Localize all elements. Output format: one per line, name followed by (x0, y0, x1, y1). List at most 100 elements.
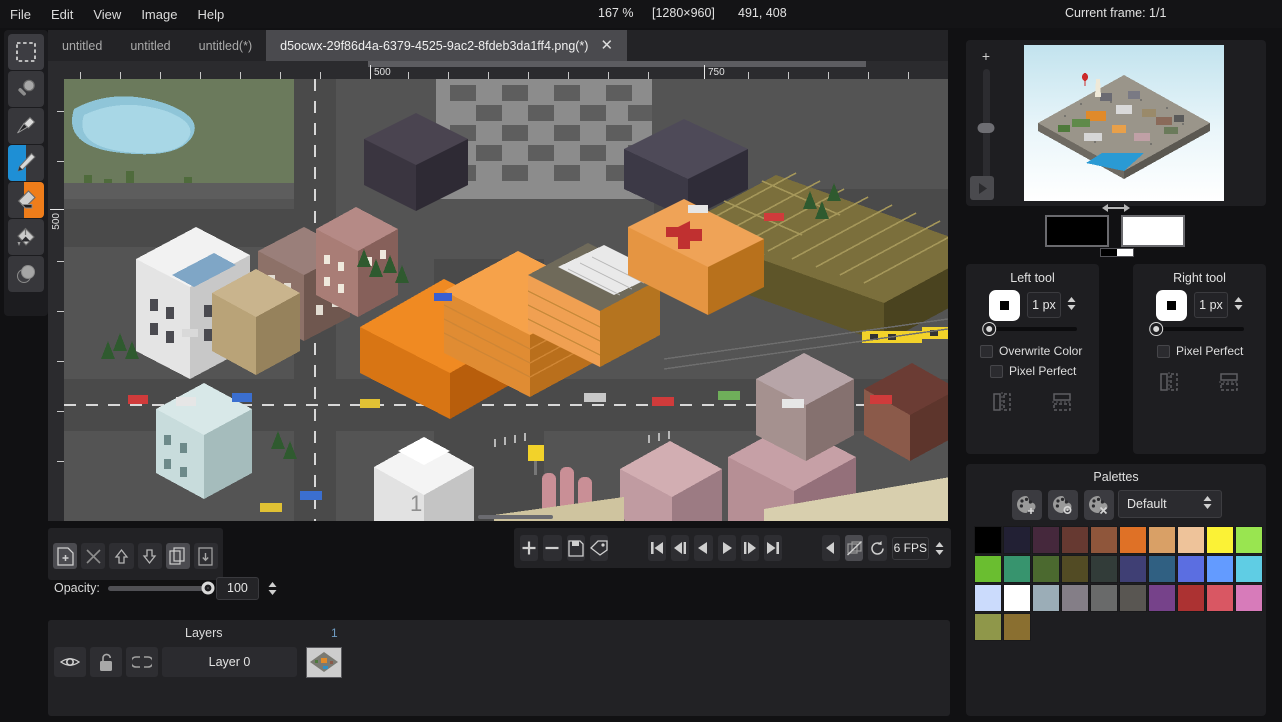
palette-swatch[interactable] (1206, 584, 1234, 612)
preview-play-button[interactable] (970, 176, 994, 200)
palette-swatch[interactable] (1235, 584, 1263, 612)
tool-bucket-fill[interactable] (8, 219, 44, 255)
tool-pencil[interactable] (8, 145, 44, 181)
palette-swatch[interactable] (1148, 584, 1176, 612)
merge-layer-down-button[interactable] (193, 543, 219, 569)
pixel-art-canvas[interactable]: 1 (64, 79, 948, 521)
menu-item-image[interactable]: Image (131, 4, 187, 25)
play-reverse-button[interactable] (694, 535, 713, 561)
close-icon[interactable]: ✕ (600, 38, 613, 53)
add-layer-button[interactable] (53, 543, 78, 569)
palette-swatch[interactable] (1032, 526, 1060, 554)
palette-swatch[interactable] (1032, 584, 1060, 612)
artboard[interactable]: 1 (64, 79, 948, 521)
tool-eraser[interactable] (8, 182, 44, 218)
left-brush-size-slider[interactable] (983, 323, 1077, 335)
tab-untitled-3[interactable]: untitled(*) (185, 30, 267, 61)
step-forward-frame-button[interactable] (740, 535, 760, 561)
palette-swatch[interactable] (1177, 555, 1205, 583)
loop-playback-button[interactable] (868, 535, 887, 561)
fps-value[interactable]: 6 FPS (891, 536, 929, 560)
palette-swatch[interactable] (1119, 584, 1147, 612)
toggle-visibility-button[interactable] (54, 647, 86, 677)
table-row[interactable]: Layer 0 (54, 646, 359, 678)
toggle-lock-button[interactable] (90, 647, 122, 677)
zoom-in-label[interactable]: + (982, 49, 990, 63)
palette-swatch[interactable] (1206, 555, 1234, 583)
mirror-v-icon[interactable] (1217, 370, 1241, 394)
palette-swatch[interactable] (1061, 526, 1089, 554)
move-layer-down-button[interactable] (137, 543, 162, 569)
toggle-link-button[interactable] (126, 647, 158, 677)
left-brush-preview[interactable] (989, 290, 1020, 321)
left-overwrite-color-checkbox[interactable]: Overwrite Color (980, 344, 1082, 358)
add-palette-button[interactable] (1012, 490, 1042, 520)
step-back-frame-button[interactable] (670, 535, 690, 561)
mirror-h-icon[interactable] (1157, 370, 1181, 394)
canvas-horizontal-scrollbar[interactable] (478, 515, 553, 519)
mirror-h-icon[interactable] (990, 390, 1014, 414)
opacity-value[interactable]: 100 (215, 576, 259, 600)
onion-skin-prev-button[interactable] (821, 535, 841, 561)
canvas-viewport[interactable]: 1 500 750 500 (48, 61, 948, 521)
palette-swatch[interactable] (974, 526, 1002, 554)
secondary-color-swatch[interactable] (1121, 215, 1185, 247)
edit-palette-button[interactable] (1048, 490, 1078, 520)
right-pixel-perfect-checkbox[interactable]: Pixel Perfect (1157, 344, 1243, 358)
preview-image[interactable] (1024, 45, 1224, 201)
play-button[interactable] (717, 535, 736, 561)
opacity-slider[interactable] (107, 581, 215, 595)
palette-swatch[interactable] (1003, 526, 1031, 554)
palette-swatch[interactable] (974, 555, 1002, 583)
menu-item-view[interactable]: View (83, 4, 131, 25)
palette-select[interactable]: Default (1118, 490, 1222, 518)
remove-frame-button[interactable] (543, 535, 562, 561)
layer-thumbnail[interactable] (306, 646, 342, 678)
palette-swatch[interactable] (1061, 555, 1089, 583)
menu-item-help[interactable]: Help (187, 4, 234, 25)
tool-rectangle-select[interactable] (8, 34, 44, 70)
palette-swatch[interactable] (1090, 526, 1118, 554)
go-last-frame-button[interactable] (764, 535, 783, 561)
onion-skin-toggle-button[interactable] (845, 535, 864, 561)
tool-zoom[interactable] (8, 71, 44, 107)
delete-palette-button[interactable] (1084, 490, 1114, 520)
palette-swatch[interactable] (1177, 584, 1205, 612)
palette-swatch[interactable] (1061, 584, 1089, 612)
menu-item-file[interactable]: File (0, 4, 41, 25)
palette-swatch[interactable] (1177, 526, 1205, 554)
palette-swatch[interactable] (1119, 526, 1147, 554)
frame-tag-button[interactable] (589, 535, 609, 561)
add-frame-button[interactable] (520, 535, 539, 561)
palette-swatch[interactable] (1003, 613, 1031, 641)
palette-swatch[interactable] (1090, 555, 1118, 583)
go-first-frame-button[interactable] (647, 535, 666, 561)
duplicate-layer-button[interactable] (165, 543, 190, 569)
tool-shading[interactable] (8, 256, 44, 292)
layer-name-label[interactable]: Layer 0 (162, 647, 297, 677)
menu-item-edit[interactable]: Edit (41, 4, 83, 25)
palette-swatch[interactable] (1032, 555, 1060, 583)
palette-swatch[interactable] (1206, 526, 1234, 554)
palette-swatch[interactable] (974, 613, 1002, 641)
left-pixel-perfect-checkbox[interactable]: Pixel Perfect (990, 364, 1076, 378)
right-brush-size-value[interactable]: 1 px (1194, 292, 1228, 318)
left-brush-size-value[interactable]: 1 px (1027, 292, 1061, 318)
duplicate-frame-button[interactable] (566, 535, 585, 561)
tab-active-document[interactable]: d5ocwx-29f86d4a-6379-4525-9ac2-8fdeb3da1… (266, 30, 628, 61)
preview-zoom-slider[interactable] (977, 69, 995, 182)
tab-untitled-1[interactable]: untitled (48, 30, 116, 61)
palette-swatch[interactable] (1003, 584, 1031, 612)
swap-arrows-icon[interactable] (1100, 202, 1132, 214)
tab-untitled-2[interactable]: untitled (116, 30, 184, 61)
palette-swatch[interactable] (1235, 555, 1263, 583)
opacity-stepper[interactable] (267, 581, 278, 596)
palette-swatch[interactable] (1148, 526, 1176, 554)
move-layer-up-button[interactable] (109, 543, 134, 569)
right-brush-preview[interactable] (1156, 290, 1187, 321)
mirror-v-icon[interactable] (1050, 390, 1074, 414)
palette-swatch[interactable] (1090, 584, 1118, 612)
palette-swatch[interactable] (974, 584, 1002, 612)
right-brush-size-slider[interactable] (1150, 323, 1244, 335)
tool-color-picker[interactable] (8, 108, 44, 144)
